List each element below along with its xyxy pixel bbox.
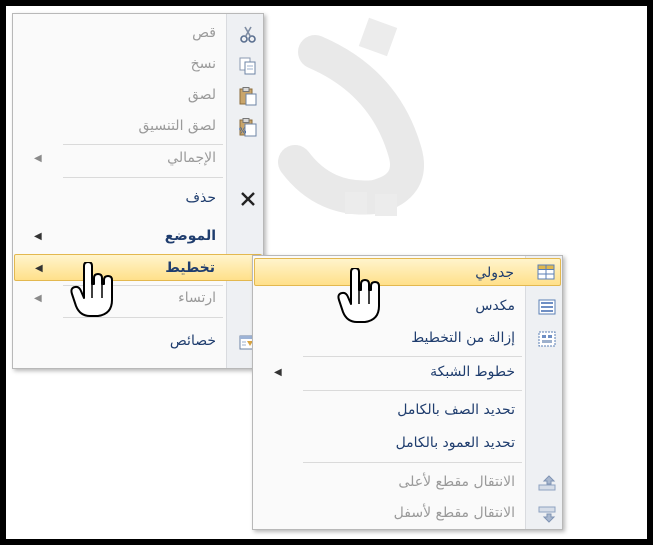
menu-item-cut[interactable]: قص — [14, 21, 262, 46]
submenu-item-label: الانتقال مقطع لأعلى — [398, 474, 515, 490]
submenu-item-label: الانتقال مقطع لأسفل — [393, 505, 515, 521]
menu-item-totals[interactable]: الإجمالي ◀ — [14, 146, 262, 171]
submenu-item-stacked[interactable]: مكدس — [254, 294, 561, 319]
paste-format-icon: % — [239, 118, 257, 137]
tabular-layout-icon — [537, 264, 555, 280]
submenu-item-select-row[interactable]: تحديد الصف بالكامل — [254, 398, 561, 423]
submenu-item-move-down[interactable]: الانتقال مقطع لأسفل — [254, 501, 561, 526]
submenu-arrow-icon: ◀ — [34, 153, 42, 164]
svg-text:%: % — [239, 127, 247, 136]
submenu-item-select-column[interactable]: تحديد العمود بالكامل — [254, 431, 561, 456]
menu-item-delete[interactable]: حذف — [14, 186, 262, 211]
hand-cursor-icon — [70, 262, 113, 317]
menu-item-paste-format[interactable]: لصق التنسيق % — [14, 114, 262, 139]
delete-x-icon — [241, 192, 255, 206]
submenu-separator — [303, 356, 522, 357]
menu-item-label: نسخ — [190, 56, 216, 72]
menu-separator — [63, 144, 223, 145]
menu-item-properties[interactable]: خصائص — [14, 329, 262, 354]
menu-item-label: خصائص — [169, 333, 216, 349]
submenu-item-label: خطوط الشبكة — [430, 364, 515, 380]
menu-item-label: الموضع — [164, 228, 216, 244]
submenu-item-label: مكدس — [475, 298, 515, 314]
submenu-item-label: تحديد الصف بالكامل — [397, 402, 515, 418]
menu-item-anchor[interactable]: ارتساء ◀ — [14, 286, 262, 311]
menu-item-label: تخطيط — [165, 260, 215, 276]
move-down-icon — [538, 506, 556, 523]
scissors-icon — [240, 26, 256, 43]
submenu-item-label: جدولي — [475, 265, 514, 281]
context-menu: قص نسخ لصق لصق التنسيق % الإجمالي ◀ حذف … — [12, 13, 264, 369]
submenu-arrow-icon: ◀ — [34, 231, 42, 242]
submenu-arrow-icon: ◀ — [34, 293, 42, 304]
menu-item-label: حذف — [185, 190, 216, 206]
submenu-arrow-icon: ◀ — [274, 367, 282, 378]
menu-item-label: ارتساء — [178, 290, 216, 306]
submenu-item-remove-layout[interactable]: إزالة من التخطيط — [254, 326, 561, 351]
submenu-item-label: إزالة من التخطيط — [411, 330, 515, 346]
submenu-arrow-icon: ◀ — [35, 263, 43, 274]
stacked-layout-icon — [538, 299, 556, 315]
submenu-separator — [303, 462, 522, 463]
menu-item-label: الإجمالي — [167, 150, 216, 166]
paste-icon — [239, 87, 257, 106]
submenu-separator — [303, 390, 522, 391]
menu-separator — [63, 177, 223, 178]
menu-item-copy[interactable]: نسخ — [14, 52, 262, 77]
menu-item-label: قص — [192, 25, 216, 41]
hand-cursor-icon — [337, 268, 380, 323]
submenu-item-label: تحديد العمود بالكامل — [395, 435, 515, 451]
menu-item-layout[interactable]: تخطيط ◀ — [14, 254, 262, 281]
submenu-item-move-up[interactable]: الانتقال مقطع لأعلى — [254, 470, 561, 495]
menu-item-paste[interactable]: لصق — [14, 83, 262, 108]
submenu-item-gridlines[interactable]: خطوط الشبكة ◀ — [254, 360, 561, 385]
submenu-item-tabular[interactable]: جدولي — [254, 258, 561, 286]
move-up-icon — [538, 475, 556, 491]
copy-icon — [239, 57, 256, 75]
menu-item-label: لصق التنسيق — [138, 118, 216, 134]
menu-item-label: لصق — [187, 87, 216, 103]
remove-layout-icon — [538, 331, 556, 347]
layout-submenu: جدولي مكدس إزالة من التخطيط خطوط الشبكة … — [252, 255, 563, 530]
menu-item-position[interactable]: الموضع ◀ — [14, 224, 262, 249]
